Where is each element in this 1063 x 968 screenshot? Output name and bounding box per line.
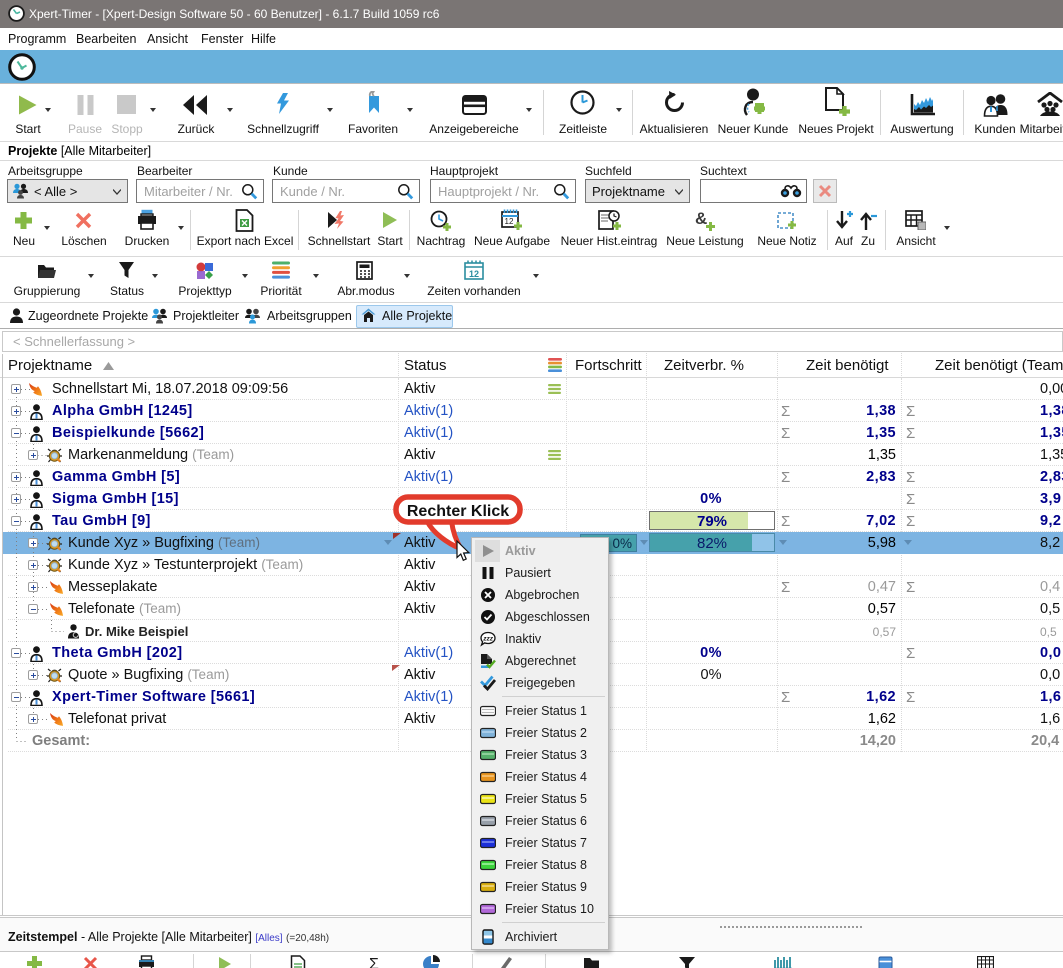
svg-text:&: & <box>695 209 707 228</box>
svg-text:12: 12 <box>469 269 479 279</box>
svg-text:Σ: Σ <box>369 956 379 968</box>
svg-text:Rechter Klick: Rechter Klick <box>407 503 509 520</box>
svg-text:12: 12 <box>505 217 514 226</box>
svg-text:zzz: zzz <box>482 636 494 643</box>
